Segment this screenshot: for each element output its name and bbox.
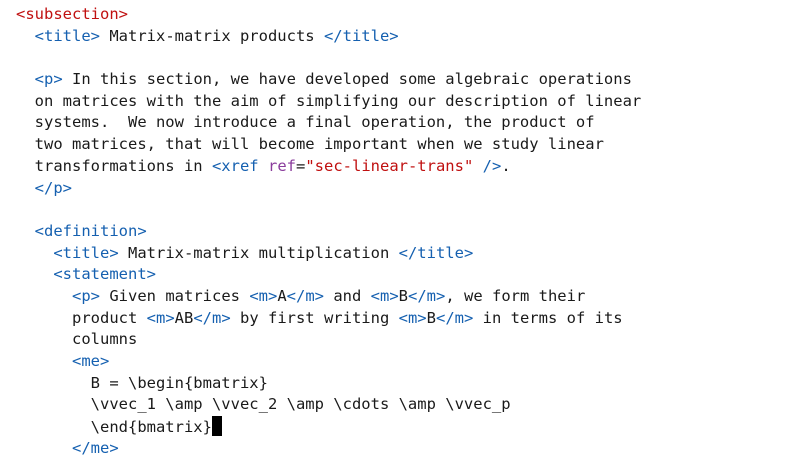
code-text: \end{bmatrix} bbox=[16, 418, 212, 437]
code-text: , we form their bbox=[445, 286, 586, 305]
code-text: Matrix-matrix multiplication bbox=[118, 243, 399, 262]
code-text: . bbox=[501, 156, 511, 175]
code-text: Matrix-matrix products bbox=[100, 26, 324, 45]
code-line[interactable]: <title> Matrix-matrix products </title> bbox=[16, 26, 800, 48]
code-text: Given matrices bbox=[100, 286, 250, 305]
code-text: transformations in bbox=[16, 156, 212, 175]
xml-tag: <title> bbox=[53, 243, 119, 262]
xml-tag: <m> bbox=[370, 286, 399, 305]
code-text: B bbox=[426, 308, 436, 327]
xml-tag: </title> bbox=[398, 243, 474, 262]
code-text: = bbox=[295, 156, 306, 175]
code-line[interactable]: <definition> bbox=[16, 221, 800, 243]
code-line[interactable]: \end{bmatrix} bbox=[16, 416, 800, 438]
code-text: in terms of its bbox=[473, 308, 623, 327]
code-line[interactable] bbox=[16, 199, 800, 221]
xml-tag: </p> bbox=[34, 178, 72, 197]
code-line[interactable]: </me> bbox=[16, 438, 800, 460]
text-cursor bbox=[211, 416, 222, 437]
code-text: In this section, we have developed some … bbox=[62, 70, 632, 89]
xml-tag: <me> bbox=[72, 352, 110, 370]
xml-tag: <m> bbox=[249, 286, 278, 305]
xml-string: "sec-linear-trans" bbox=[305, 156, 474, 175]
code-text: and bbox=[323, 286, 371, 305]
code-line[interactable]: on matrices with the aim of simplifying … bbox=[16, 91, 800, 113]
xml-attribute: ref bbox=[267, 156, 296, 175]
code-line[interactable]: <subsection> bbox=[16, 4, 800, 26]
code-text: two matrices, that will become important… bbox=[16, 135, 604, 154]
code-line[interactable]: \vvec_1 \amp \vvec_2 \amp \cdots \amp \v… bbox=[16, 394, 800, 416]
code-line[interactable]: columns bbox=[16, 329, 800, 351]
xml-tag: <definition> bbox=[34, 221, 147, 240]
code-line[interactable]: product <m>AB</m> by first writing <m>B<… bbox=[16, 308, 800, 330]
xml-tag: </m> bbox=[435, 308, 474, 327]
xml-tag: <p> bbox=[34, 70, 63, 89]
code-text: B = \begin{bmatrix} bbox=[16, 373, 268, 392]
code-text: columns bbox=[16, 330, 138, 349]
code-line[interactable]: systems. We now introduce a final operat… bbox=[16, 112, 800, 134]
xml-tag: <title> bbox=[34, 26, 100, 45]
code-line[interactable]: </p> bbox=[16, 178, 800, 200]
code-line[interactable]: transformations in <xref ref="sec-linear… bbox=[16, 156, 800, 178]
xml-tag: </title> bbox=[323, 26, 399, 45]
code-line[interactable]: <p> Given matrices <m>A</m> and <m>B</m>… bbox=[16, 286, 800, 308]
code-text: A bbox=[277, 286, 287, 305]
xml-tag: <xref bbox=[211, 156, 259, 175]
code-text: on matrices with the aim of simplifying … bbox=[16, 91, 642, 110]
code-line[interactable]: <me> bbox=[16, 351, 800, 373]
code-text: B bbox=[398, 286, 408, 305]
xml-tag: <m> bbox=[146, 308, 175, 327]
xml-tag: <statement> bbox=[53, 265, 156, 284]
code-line[interactable]: B = \begin{bmatrix} bbox=[16, 373, 800, 395]
xml-tag: </m> bbox=[193, 308, 231, 327]
code-text: by first writing bbox=[230, 308, 399, 327]
code-line[interactable]: two matrices, that will become important… bbox=[16, 134, 800, 156]
xml-tag: <m> bbox=[398, 308, 427, 327]
code-line[interactable]: <statement> bbox=[16, 264, 800, 286]
code-line[interactable]: <p> In this section, we have developed s… bbox=[16, 69, 800, 91]
code-text: product bbox=[16, 308, 147, 327]
code-editor[interactable]: <subsection> <title> Matrix-matrix produ… bbox=[0, 0, 800, 462]
xml-tag: </me> bbox=[72, 438, 119, 457]
xml-tag: <p> bbox=[72, 286, 100, 305]
code-text: \vvec_1 \amp \vvec_2 \amp \cdots \amp \v… bbox=[16, 395, 511, 414]
code-text: AB bbox=[174, 308, 194, 327]
code-line[interactable] bbox=[16, 47, 800, 69]
code-line[interactable]: <title> Matrix-matrix multiplication </t… bbox=[16, 243, 800, 265]
xml-root-tag: <subsection> bbox=[16, 5, 128, 23]
xml-tag: </m> bbox=[286, 286, 324, 305]
xml-tag: /> bbox=[482, 156, 502, 175]
code-text: systems. We now introduce a final operat… bbox=[16, 113, 595, 132]
xml-tag: </m> bbox=[408, 286, 446, 305]
